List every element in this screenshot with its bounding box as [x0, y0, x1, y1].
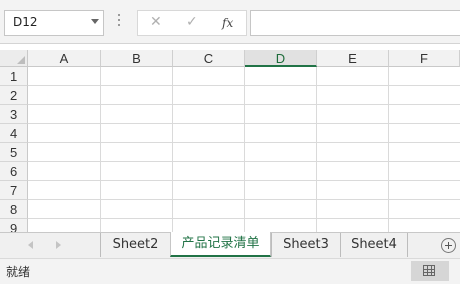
formula-toolbar: D12 ✕ ✓ fx [0, 0, 460, 44]
gridline [100, 67, 101, 232]
gridline [388, 67, 389, 232]
gridline [28, 180, 460, 181]
sheet-tab-sheet4[interactable]: Sheet4 [340, 233, 408, 257]
column-header-f[interactable]: F [389, 50, 460, 67]
formula-input[interactable] [250, 10, 460, 36]
row-header-6[interactable]: 6 [0, 162, 28, 181]
column-header-b[interactable]: B [101, 50, 173, 67]
normal-view-button[interactable] [411, 261, 449, 281]
cancel-icon[interactable]: ✕ [150, 14, 162, 30]
column-header-e[interactable]: E [317, 50, 389, 67]
gridline [244, 67, 245, 232]
gridline [172, 67, 173, 232]
status-bar: 就绪 [0, 258, 460, 284]
gridline [28, 142, 460, 143]
row-header-9[interactable]: 9 [0, 219, 28, 232]
sheet-tab-product-records[interactable]: 产品记录清单 [170, 232, 271, 257]
column-header-d[interactable]: D [245, 50, 317, 67]
row-header-1[interactable]: 1 [0, 67, 28, 86]
gridline [28, 104, 460, 105]
gridline [28, 218, 460, 219]
worksheet-grid[interactable]: A B C D E F 1 2 3 4 5 6 7 8 9 [0, 44, 460, 232]
formula-buttons: ✕ ✓ fx [137, 10, 247, 36]
insert-function-icon[interactable]: fx [222, 16, 233, 30]
gridline [28, 123, 460, 124]
gridline [28, 85, 460, 86]
select-all-button[interactable] [0, 50, 28, 67]
name-box-value: D12 [13, 15, 38, 29]
row-header-8[interactable]: 8 [0, 200, 28, 219]
row-header-4[interactable]: 4 [0, 124, 28, 143]
scroll-tabs-right-icon[interactable] [56, 241, 61, 249]
gridline [28, 161, 460, 162]
status-ready-text: 就绪 [6, 265, 31, 279]
gridline [316, 67, 317, 232]
drag-handle-icon[interactable] [117, 14, 121, 30]
sheet-tab-sheet3[interactable]: Sheet3 [271, 233, 340, 257]
scroll-tabs-left-icon[interactable] [28, 241, 33, 249]
column-header-c[interactable]: C [173, 50, 245, 67]
row-header-2[interactable]: 2 [0, 86, 28, 105]
sheet-tab-bar: Sheet2 产品记录清单 Sheet3 Sheet4 [0, 232, 460, 258]
enter-icon[interactable]: ✓ [186, 14, 198, 30]
chevron-down-icon[interactable] [91, 19, 99, 24]
column-header-a[interactable]: A [28, 50, 101, 67]
sheet-tab-sheet2[interactable]: Sheet2 [100, 233, 170, 257]
row-header-3[interactable]: 3 [0, 105, 28, 124]
name-box[interactable]: D12 [4, 10, 104, 36]
gridline [28, 199, 460, 200]
add-sheet-icon[interactable] [441, 238, 456, 253]
grid-view-icon [423, 265, 435, 276]
row-header-5[interactable]: 5 [0, 143, 28, 162]
row-header-7[interactable]: 7 [0, 181, 28, 200]
